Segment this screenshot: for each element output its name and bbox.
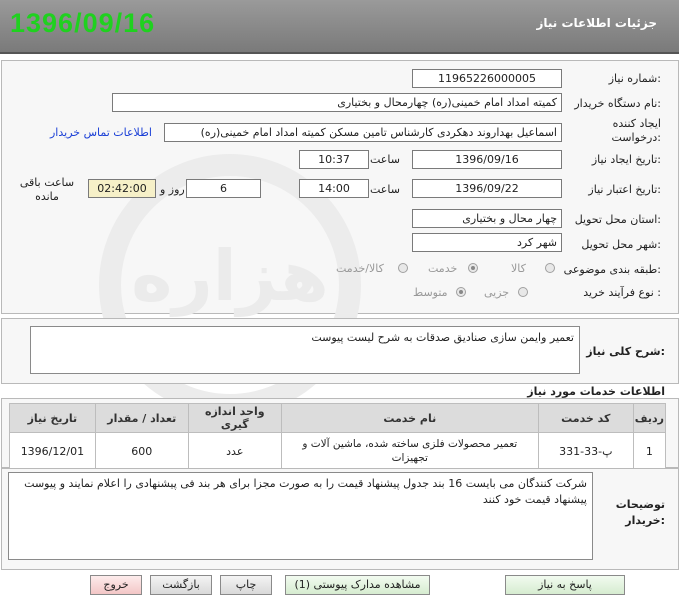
created-time-field: 10:37 [299, 150, 369, 169]
buyer-notes-label: توضیحات خریدار: [615, 498, 665, 527]
city-field: شهر کرد [412, 233, 562, 252]
need-number-field: 1196522600000‌5 [412, 69, 562, 88]
buyer-org-label: نام دستگاه خریدار: [574, 97, 661, 110]
need-number-label: شماره نیاز: [608, 72, 661, 85]
services-table: ردیف کد خدمت نام خدمت واحد اندازه گیری ت… [9, 403, 667, 470]
buyer-notes-field: شرکت کنندگان می بایست 16 بند جدول پیشنها… [8, 472, 593, 560]
col-qty: تعداد / مقدار [94, 403, 189, 433]
process-medium-label: متوسط [413, 286, 448, 299]
category-both-label: کالا/خدمت [336, 262, 384, 275]
category-service-label: خدمت [428, 262, 458, 275]
remaining-time-label: ساعت باقی مانده [19, 176, 75, 203]
validity-date-label: تاریخ اعتبار نیاز: [588, 183, 661, 196]
description-field: تعمیر وایمن سازی صنادیق صدقات به شرح لیس… [30, 326, 580, 374]
col-date: تاریخ نیاز [9, 403, 96, 433]
table-row: 1 پ-33-331 تعمیر محصولات فلزی ساخته شده،… [9, 432, 667, 470]
process-minor-label: جزیی [484, 286, 510, 299]
category-goods-label: کالا [511, 262, 526, 275]
exit-button[interactable]: خروج [90, 575, 142, 595]
remaining-time-field: 02:42:00 [88, 179, 156, 198]
col-row: ردیف [632, 403, 667, 433]
print-button[interactable]: چاپ [220, 575, 272, 595]
cell-name: تعمیر محصولات فلزی ساخته شده، ماشین آلات… [280, 432, 539, 470]
province-label: استان محل تحویل: [574, 213, 661, 226]
col-unit: واحد اندازه گیری [187, 403, 282, 433]
back-button[interactable]: بازگشت [150, 575, 212, 595]
category-service-radio[interactable] [468, 263, 478, 273]
days-label: روز و [160, 183, 185, 196]
cell-row: 1 [632, 432, 667, 470]
process-label: نوع فرآیند خرید : [583, 286, 661, 299]
page-title: جزئیات اطلاعات نیاز [536, 16, 657, 30]
cell-date: 1396/12/01 [9, 432, 96, 470]
col-name: نام خدمت [280, 403, 539, 433]
city-label: شهر محل تحویل: [581, 238, 661, 251]
requester-field: اسماعیل بهداروند دهکردی کارشناس تامین مس… [164, 123, 562, 142]
category-label: طبقه بندی موضوعی: [563, 263, 661, 276]
created-date-field: 1396/09/16 [412, 150, 562, 169]
header-date: 1396/09/16 [10, 8, 156, 38]
validity-time-field: 14:00 [299, 179, 369, 198]
created-time-label: ساعت [370, 153, 400, 166]
remaining-days-field: 6 [186, 179, 261, 198]
reply-button[interactable]: پاسخ به نیاز [505, 575, 625, 595]
buyer-org-field: کمیته امداد امام خمینی(ره) چهارمحال و بخ… [112, 93, 562, 112]
description-label: شرح کلی نیاز: [586, 345, 665, 358]
validity-date-field: 1396/09/22 [412, 179, 562, 198]
col-code: کد خدمت [537, 403, 634, 433]
validity-time-label: ساعت [370, 183, 400, 196]
view-attachments-button[interactable]: مشاهده مدارک پیوستی (1) [285, 575, 430, 595]
province-field: چهار محال و بختیاری [412, 209, 562, 228]
services-title: اطلاعات خدمات مورد نیاز [527, 385, 665, 398]
buyer-contact-link[interactable]: اطلاعات تماس خریدار [50, 126, 152, 139]
cell-unit: عدد [187, 432, 282, 470]
cell-code: پ-33-331 [537, 432, 634, 470]
requester-label: ایجاد کننده درخواست: [611, 117, 662, 144]
services-header-row: ردیف کد خدمت نام خدمت واحد اندازه گیری ت… [9, 403, 667, 433]
cell-qty: 600 [94, 432, 189, 470]
process-minor-radio[interactable] [518, 287, 528, 297]
category-both-radio[interactable] [398, 263, 408, 273]
category-goods-radio[interactable] [545, 263, 555, 273]
process-medium-radio[interactable] [456, 287, 466, 297]
created-date-label: تاریخ ایجاد نیاز: [591, 153, 661, 166]
